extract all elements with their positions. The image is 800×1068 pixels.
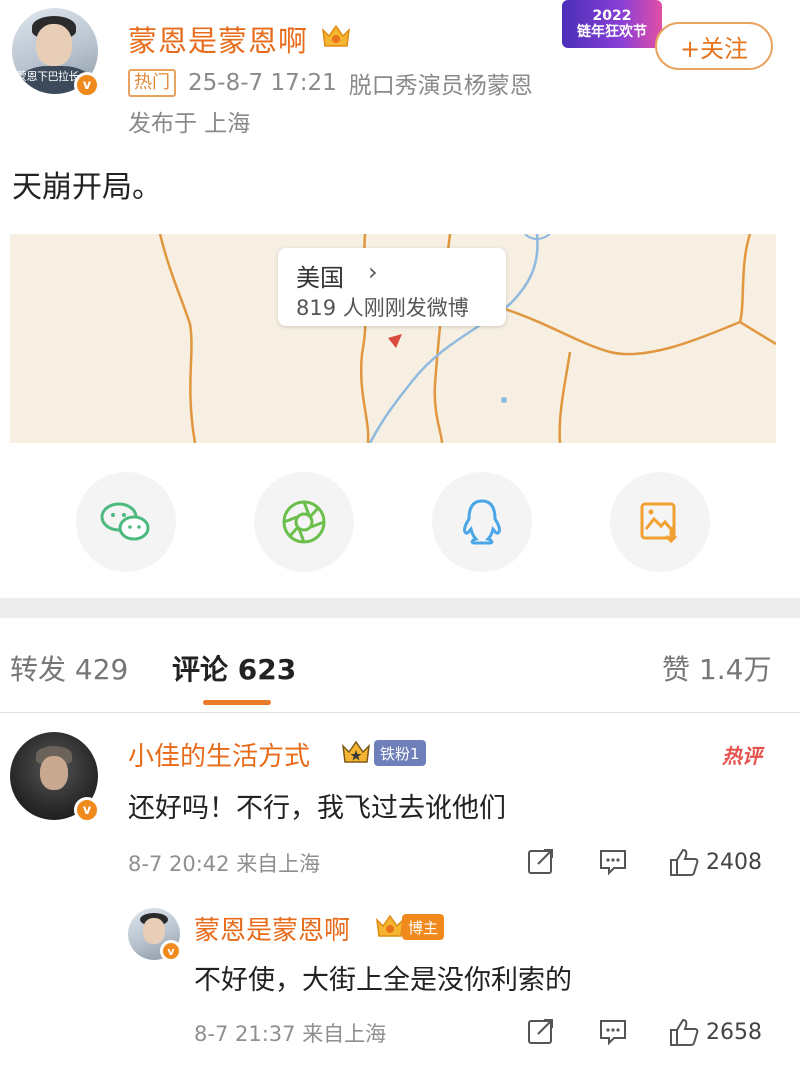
tab-repost[interactable]: 转发 429 [10, 648, 128, 688]
crown-icon [341, 740, 371, 763]
comment-username[interactable]: 小佳的生活方式 [128, 736, 310, 773]
share-save-image-button[interactable] [610, 472, 710, 572]
comment-meta: 8-7 20:42 来自上海 [128, 848, 320, 878]
comment-from: 来自上海 [236, 852, 321, 876]
share-qq-button[interactable] [432, 472, 532, 572]
save-image-icon [640, 502, 678, 544]
fan-badge: 铁粉1 [374, 740, 426, 766]
section-divider [0, 598, 800, 618]
map-place: 美国 [296, 264, 344, 292]
moments-icon [282, 500, 326, 544]
wechat-icon [100, 502, 150, 541]
reply-meta: 8-7 21:37 来自上海 [194, 1018, 386, 1048]
active-tab-indicator [203, 700, 271, 705]
post-location: 发布于 上海 [128, 111, 251, 137]
map-count: 819 人刚刚发微博 [296, 296, 469, 320]
tab-repost-count: 429 [74, 653, 129, 686]
post-meta: 热门 25-8-7 17:21 脱口秀演员杨蒙恩 [128, 66, 533, 100]
comment-time: 8-7 20:42 [128, 852, 230, 876]
author-bio: 脱口秀演员杨蒙恩 [348, 73, 533, 99]
tab-like[interactable]: 赞 1.4万 [662, 648, 771, 688]
like-count: 2408 [706, 849, 762, 875]
follow-button[interactable]: +关注 [655, 22, 773, 70]
qq-icon [463, 499, 501, 545]
repost-reply-button[interactable] [526, 1016, 556, 1046]
like-reply-button[interactable]: 2658 [668, 1016, 762, 1048]
reply-reply-button[interactable] [598, 1016, 628, 1046]
crown-icon [321, 24, 351, 47]
share-moments-button[interactable] [254, 472, 354, 572]
reply-text: 不好使，大街上全是没你利索的 [194, 965, 572, 996]
share-wechat-button[interactable] [76, 472, 176, 572]
tab-like-count: 1.4万 [698, 653, 772, 686]
comment-icon [600, 1020, 626, 1046]
hot-comment-tag: 热评 [722, 744, 762, 768]
tab-comment-label: 评论 [172, 653, 229, 686]
avatar-caption: 蒙恩下巴拉长 [16, 70, 80, 83]
comment-icon [600, 850, 626, 876]
share-icon [528, 849, 553, 874]
comment-text: 还好吗！不行，我飞过去讹他们 [128, 793, 506, 824]
reply-time: 8-7 21:37 [194, 1022, 296, 1046]
verified-icon: v [74, 72, 100, 98]
chevron-right-icon: › [368, 258, 378, 286]
map-location-card[interactable]: 美国 › 819 人刚刚发微博 [278, 248, 506, 326]
promo-text: 链年狂欢节 [577, 24, 647, 40]
tab-comment-count: 623 [237, 653, 297, 686]
reply-comment-button[interactable] [598, 846, 628, 876]
promo-year: 2022 [592, 8, 632, 24]
tab-comment[interactable]: 评论 623 [172, 648, 296, 688]
repost-comment-button[interactable] [526, 846, 556, 876]
author-name[interactable]: 蒙恩是蒙恩啊 [128, 18, 308, 60]
thumbs-up-icon [670, 1018, 699, 1046]
reply-from: 来自上海 [302, 1022, 387, 1046]
promo-banner[interactable]: 2022 链年狂欢节 [562, 0, 662, 48]
tab-repost-label: 转发 [10, 653, 67, 686]
tab-like-label: 赞 [662, 653, 691, 686]
thumbs-up-icon [670, 848, 699, 876]
share-icon [528, 1019, 553, 1044]
hot-tag: 热门 [128, 69, 176, 97]
tabs-separator [0, 712, 800, 713]
verified-icon: v [74, 797, 100, 823]
reply-username[interactable]: 蒙恩是蒙恩啊 [194, 910, 350, 947]
like-comment-button[interactable]: 2408 [668, 846, 762, 878]
verified-icon: v [160, 940, 182, 962]
author-badge: 博主 [402, 914, 445, 940]
reply-like-count: 2658 [706, 1019, 762, 1045]
post-datetime: 25-8-7 17:21 [188, 70, 337, 96]
post-content: 天崩开局。 [12, 170, 162, 205]
